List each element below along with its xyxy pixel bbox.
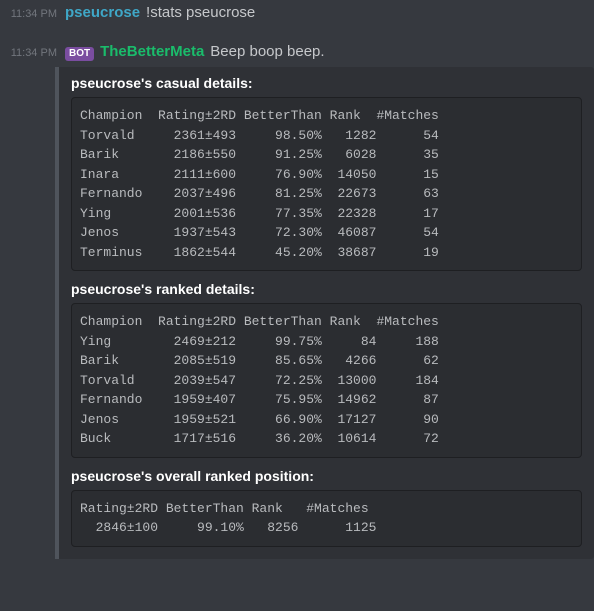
code-block-overall: Rating±2RD BetterThan Rank #Matches 2846…: [71, 490, 582, 547]
message-bot: 11:34 PM BOT TheBetterMeta Beep boop bee…: [0, 39, 594, 65]
timestamp: 11:34 PM: [10, 43, 65, 61]
section-title: pseucrose's overall ranked position:: [71, 468, 582, 484]
bot-tag: BOT: [65, 47, 94, 61]
username[interactable]: TheBetterMeta: [100, 43, 204, 60]
message-text: Beep boop beep.: [210, 43, 324, 60]
section-title: pseucrose's casual details:: [71, 75, 582, 91]
embed: pseucrose's casual details: Champion Rat…: [55, 67, 594, 559]
section-title: pseucrose's ranked details:: [71, 281, 582, 297]
message-user: 11:34 PM pseucrose !stats pseucrose: [0, 0, 594, 25]
username[interactable]: pseucrose: [65, 4, 140, 21]
code-block-ranked: Champion Rating±2RD BetterThan Rank #Mat…: [71, 303, 582, 458]
code-block-casual: Champion Rating±2RD BetterThan Rank #Mat…: [71, 97, 582, 271]
message-text: !stats pseucrose: [146, 4, 255, 21]
timestamp: 11:34 PM: [10, 4, 65, 21]
